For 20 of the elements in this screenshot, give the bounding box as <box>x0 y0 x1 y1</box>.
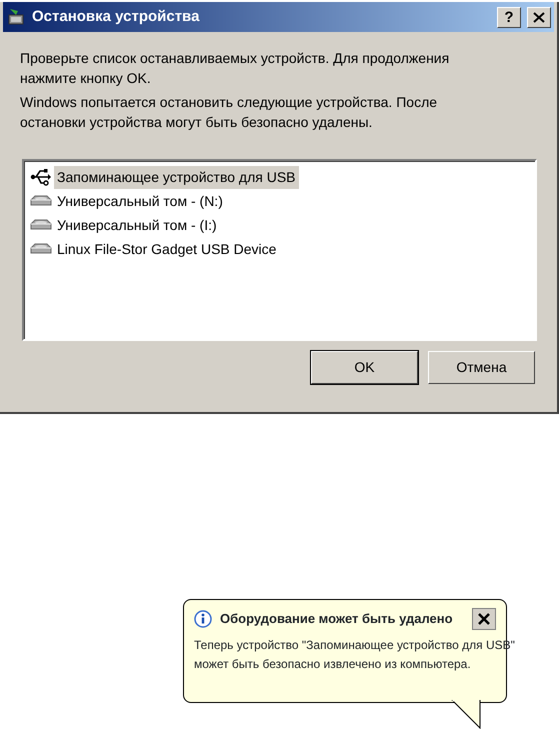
usb-icon <box>30 167 52 187</box>
close-button[interactable] <box>472 608 496 630</box>
balloon-title: Оборудование может быть удалено <box>220 610 454 628</box>
window-title: Остановка устройства <box>32 6 200 27</box>
ok-button[interactable]: OK <box>311 351 418 384</box>
drive-icon <box>30 194 52 208</box>
device-icon <box>6 7 26 27</box>
list-item[interactable]: Универсальный том - (I:) <box>54 214 220 236</box>
close-icon <box>533 12 545 22</box>
drive-icon <box>30 242 52 256</box>
cancel-button[interactable]: Отмена <box>428 351 535 384</box>
list-item[interactable]: Запоминающее устройство для USB <box>54 166 299 188</box>
info-icon <box>194 610 212 628</box>
close-icon <box>478 613 490 625</box>
list-item[interactable]: Универсальный том - (N:) <box>54 190 226 212</box>
list-item[interactable]: Linux File-Stor Gadget USB Device <box>54 238 280 260</box>
help-button[interactable]: ? <box>497 6 521 28</box>
drive-icon <box>30 218 52 232</box>
instruction-text: Windows попытается остановить следующие устройства. После остановки устройства могут быть безопасно удалены. <box>20 93 438 132</box>
instruction-text: Проверьте список останавливаемых устройств. Для продолжения нажмите кнопку OK. <box>20 49 450 88</box>
